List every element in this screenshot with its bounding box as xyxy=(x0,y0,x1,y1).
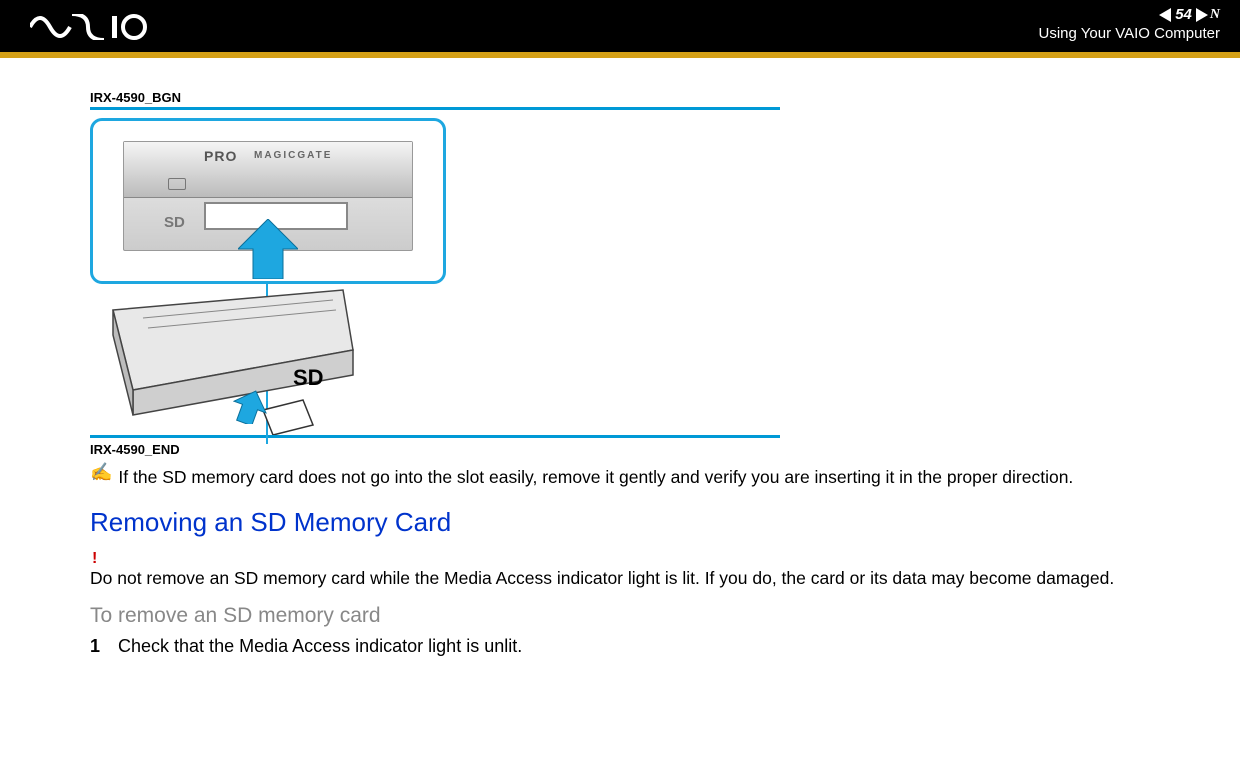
warning-icon: ! xyxy=(92,550,1220,568)
section-title: Using Your VAIO Computer xyxy=(1039,25,1220,42)
subheading-to-remove: To remove an SD memory card xyxy=(90,604,1220,628)
step-row: 1 Check that the Media Access indicator … xyxy=(90,636,1220,657)
pro-label: PRO xyxy=(204,148,237,164)
heading-removing-sd: Removing an SD Memory Card xyxy=(90,507,1220,538)
next-page-icon[interactable] xyxy=(1196,8,1208,22)
page-number: 54 xyxy=(1175,6,1192,23)
prev-page-icon[interactable] xyxy=(1159,8,1171,22)
header-right-block: 54 N Using Your VAIO Computer xyxy=(1039,6,1220,42)
page-header: 54 N Using Your VAIO Computer xyxy=(0,0,1240,52)
step-text: Check that the Media Access indicator li… xyxy=(118,636,522,657)
figure-begin-marker: IRX-4590_BGN xyxy=(90,90,1220,105)
warning-block: ! Do not remove an SD memory card while … xyxy=(90,550,1220,590)
sd-slot-label: SD xyxy=(164,214,185,231)
insert-arrow-icon xyxy=(238,219,298,279)
laptop-illustration: SD xyxy=(93,280,363,435)
note-icon: ✍ xyxy=(90,463,112,481)
nav-letter: N xyxy=(1210,7,1220,23)
figure-bottom-rule xyxy=(90,435,780,438)
figure-container: PRO MAGICGATE SD xyxy=(90,118,1220,435)
figure-end-marker: IRX-4590_END xyxy=(90,442,1220,457)
insert-arrow-small-icon xyxy=(233,390,267,424)
note-text: If the SD memory card does not go into t… xyxy=(118,467,1073,489)
page-content: IRX-4590_BGN PRO MAGICGATE SD xyxy=(90,90,1220,657)
memorystick-icon xyxy=(168,178,186,190)
laptop-line-art-icon xyxy=(93,280,363,435)
laptop-sd-label: SD xyxy=(293,365,324,391)
document-page: 54 N Using Your VAIO Computer IRX-4590_B… xyxy=(0,0,1240,780)
magicgate-label: MAGICGATE xyxy=(254,150,332,161)
page-navigation: 54 N xyxy=(1039,6,1220,23)
slot-closeup-callout: PRO MAGICGATE SD xyxy=(90,118,446,284)
step-number: 1 xyxy=(90,636,100,657)
vaio-logo-icon xyxy=(30,14,150,40)
warning-text: Do not remove an SD memory card while th… xyxy=(90,568,1220,590)
note-block: ✍ If the SD memory card does not go into… xyxy=(90,467,1220,489)
header-divider xyxy=(0,52,1240,58)
figure-top-rule xyxy=(90,107,780,110)
